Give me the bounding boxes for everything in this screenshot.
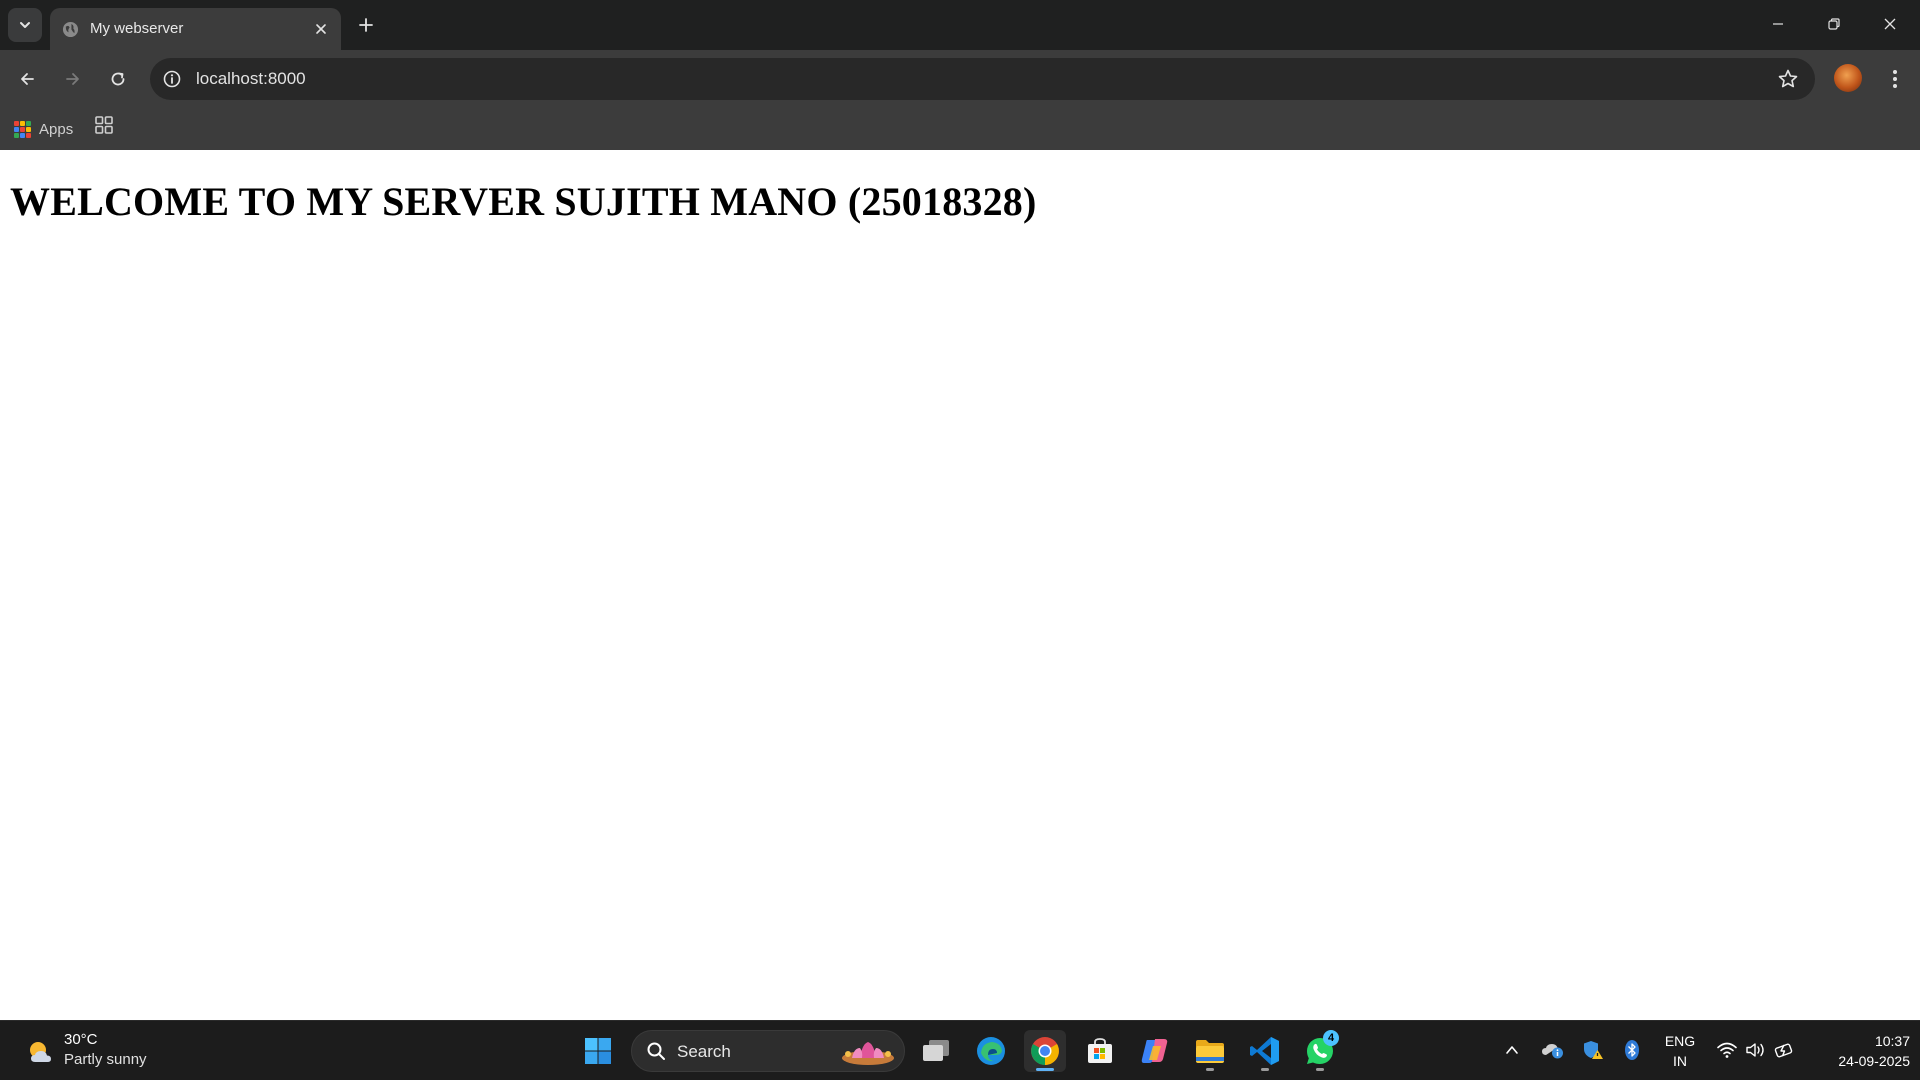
clock-time: 10:37 bbox=[1874, 1033, 1910, 1049]
search-highlight-art-icon bbox=[842, 1042, 894, 1065]
tray-bluetooth[interactable] bbox=[1619, 1035, 1645, 1065]
tray-battery[interactable] bbox=[1772, 1035, 1798, 1065]
whatsapp-running-indicator bbox=[1316, 1068, 1324, 1071]
back-button[interactable] bbox=[10, 62, 44, 96]
restore-icon bbox=[1828, 18, 1840, 30]
windows-logo-icon bbox=[585, 1038, 611, 1064]
chevron-down-icon bbox=[20, 22, 30, 28]
file-explorer-running-indicator bbox=[1206, 1068, 1214, 1071]
url-text[interactable]: localhost:8000 bbox=[196, 69, 306, 89]
chevron-up-icon bbox=[1506, 1046, 1518, 1054]
copilot-icon bbox=[1141, 1039, 1168, 1063]
language-code: ENG bbox=[1664, 1033, 1696, 1049]
clock-date: 24-09-2025 bbox=[1838, 1053, 1910, 1069]
microsoft-store-icon bbox=[1088, 1038, 1112, 1063]
taskbar-file-explorer[interactable] bbox=[1189, 1030, 1231, 1072]
new-tab-button[interactable] bbox=[352, 11, 380, 39]
weather-condition: Partly sunny bbox=[64, 1051, 147, 1068]
tab-title: My webserver bbox=[90, 20, 184, 37]
page-heading: WELCOME TO MY SERVER SUJITH MANO (250183… bbox=[10, 179, 1037, 224]
apps-grid-icon bbox=[14, 120, 31, 138]
language-region: IN bbox=[1673, 1053, 1687, 1069]
cloud-info-icon bbox=[1542, 1044, 1563, 1059]
shield-warning-icon bbox=[1584, 1041, 1603, 1059]
browser-menu-button[interactable] bbox=[1880, 62, 1910, 96]
windows-taskbar: 30°C Partly sunny Search 4 ENG IN 10:37 … bbox=[0, 1020, 1920, 1080]
bookmarks-bar: Apps bbox=[0, 108, 1920, 150]
search-label: Search bbox=[677, 1042, 731, 1061]
plus-icon bbox=[359, 18, 373, 32]
tray-windows-security[interactable] bbox=[1580, 1035, 1606, 1065]
tray-onedrive[interactable] bbox=[1540, 1035, 1566, 1065]
vscode-icon bbox=[1250, 1037, 1279, 1065]
weather-widget[interactable]: 30°C Partly sunny bbox=[22, 1031, 202, 1071]
close-icon bbox=[1884, 18, 1896, 30]
taskbar-search[interactable]: Search bbox=[631, 1030, 905, 1072]
close-icon bbox=[316, 24, 326, 34]
tray-volume[interactable] bbox=[1743, 1035, 1769, 1065]
chrome-active-indicator bbox=[1036, 1068, 1054, 1071]
tab-search-button[interactable] bbox=[8, 8, 42, 42]
bluetooth-icon bbox=[1625, 1040, 1639, 1060]
show-hidden-icons-button[interactable] bbox=[1499, 1035, 1525, 1065]
close-tab-button[interactable] bbox=[311, 19, 331, 39]
weather-temperature: 30°C bbox=[64, 1031, 98, 1048]
arrow-right-icon bbox=[66, 73, 79, 85]
taskbar-edge[interactable] bbox=[970, 1030, 1012, 1072]
info-icon[interactable] bbox=[162, 69, 182, 89]
volume-icon bbox=[1746, 1043, 1764, 1057]
battery-charging-icon bbox=[1774, 1043, 1793, 1058]
wifi-icon bbox=[1717, 1042, 1737, 1058]
start-button[interactable] bbox=[577, 1030, 619, 1072]
whatsapp-notification-badge: 4 bbox=[1323, 1030, 1339, 1046]
bookmark-apps-label: Apps bbox=[39, 120, 74, 138]
bookmark-apps[interactable]: Apps bbox=[14, 116, 73, 142]
taskbar-task-view[interactable] bbox=[915, 1030, 957, 1072]
arrow-left-icon bbox=[21, 73, 34, 85]
taskbar-copilot[interactable] bbox=[1134, 1030, 1176, 1072]
globe-icon bbox=[62, 21, 79, 38]
taskbar-whatsapp[interactable]: 4 bbox=[1299, 1030, 1341, 1072]
browser-tab[interactable]: My webserver bbox=[50, 8, 341, 50]
search-icon bbox=[647, 1042, 665, 1060]
partly-sunny-icon bbox=[30, 1042, 51, 1062]
tab-strip: My webserver bbox=[0, 0, 1920, 50]
chrome-icon bbox=[1031, 1037, 1059, 1065]
minimize-button[interactable] bbox=[1750, 0, 1806, 48]
vscode-running-indicator bbox=[1261, 1068, 1269, 1071]
profile-avatar[interactable] bbox=[1834, 64, 1862, 92]
system-clock[interactable]: 10:37 24-09-2025 bbox=[1810, 1031, 1910, 1071]
reload-button[interactable] bbox=[101, 62, 135, 96]
taskbar-chrome[interactable] bbox=[1024, 1030, 1066, 1072]
forward-button[interactable] bbox=[56, 62, 90, 96]
tab-groups-icon[interactable] bbox=[94, 115, 114, 135]
browser-toolbar: localhost:8000 bbox=[0, 50, 1920, 108]
taskbar-vscode[interactable] bbox=[1244, 1030, 1286, 1072]
more-vertical-icon bbox=[1893, 70, 1897, 88]
edge-icon bbox=[977, 1037, 1005, 1065]
taskbar-microsoft-store[interactable] bbox=[1079, 1030, 1121, 1072]
star-icon[interactable] bbox=[1777, 68, 1799, 90]
restore-button[interactable] bbox=[1806, 0, 1862, 48]
language-indicator[interactable]: ENG IN bbox=[1660, 1031, 1700, 1071]
close-window-button[interactable] bbox=[1862, 0, 1918, 48]
folder-icon bbox=[1196, 1040, 1224, 1063]
reload-icon bbox=[111, 72, 125, 86]
web-page-content: WELCOME TO MY SERVER SUJITH MANO (250183… bbox=[0, 150, 1920, 1020]
tray-wifi[interactable] bbox=[1714, 1035, 1740, 1065]
minimize-icon bbox=[1773, 23, 1783, 25]
task-view-icon bbox=[923, 1040, 949, 1061]
address-bar[interactable]: localhost:8000 bbox=[150, 58, 1815, 100]
